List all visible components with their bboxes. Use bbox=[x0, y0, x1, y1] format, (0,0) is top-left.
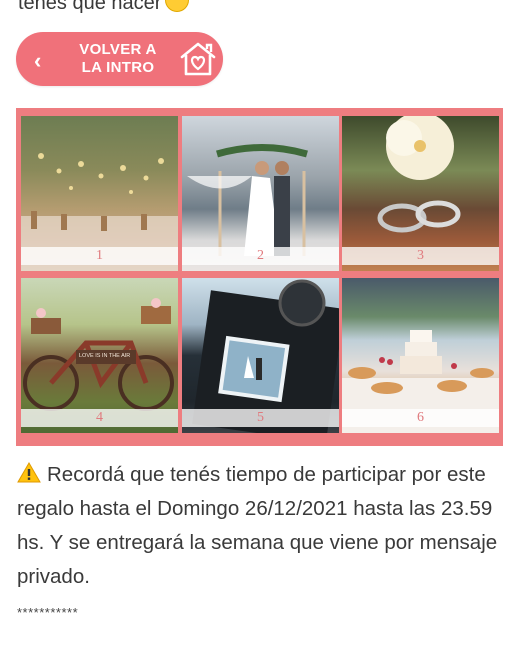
partial-heading-text: tenés que hacer bbox=[18, 0, 162, 14]
tile-number: 1 bbox=[21, 247, 178, 265]
tile-6-dessert-table[interactable]: 6 bbox=[342, 278, 499, 433]
tile-3-rings[interactable]: 3 bbox=[342, 116, 499, 271]
tile-number: 3 bbox=[342, 247, 499, 265]
tile-2-couple-arch[interactable]: 2 bbox=[182, 116, 339, 271]
tile-number: 5 bbox=[182, 409, 339, 427]
warning-icon bbox=[17, 462, 41, 483]
tile-4-bicycle[interactable]: LOVE IS IN THE AIR 4 bbox=[21, 278, 178, 433]
reminder-text: Recordá que tenés tiempo de participar p… bbox=[17, 463, 498, 588]
reminder-message: Recordá que tenés tiempo de participar p… bbox=[17, 458, 507, 594]
grinning-emoji-icon bbox=[165, 0, 190, 12]
tile-number: 6 bbox=[342, 409, 499, 427]
photo-collage: 1 2 3 LOVE IS IN THE AIR 4 5 6 bbox=[16, 108, 503, 446]
back-button-label: VOLVER A LA INTRO bbox=[79, 41, 157, 76]
tile-5-camera[interactable]: 5 bbox=[182, 278, 339, 433]
separator-asterisks: *********** bbox=[17, 605, 79, 620]
tile-number: 2 bbox=[182, 247, 339, 265]
house-heart-icon bbox=[180, 42, 216, 76]
chevron-left-icon: ‹ bbox=[34, 48, 42, 73]
bike-sign-text: LOVE IS IN THE AIR bbox=[79, 353, 131, 359]
tile-1-outdoor-reception[interactable]: 1 bbox=[21, 116, 178, 271]
partial-heading: tenés que hacer bbox=[18, 0, 190, 15]
back-to-intro-button[interactable]: ‹ VOLVER A LA INTRO bbox=[16, 32, 223, 86]
tile-number: 4 bbox=[21, 409, 178, 427]
